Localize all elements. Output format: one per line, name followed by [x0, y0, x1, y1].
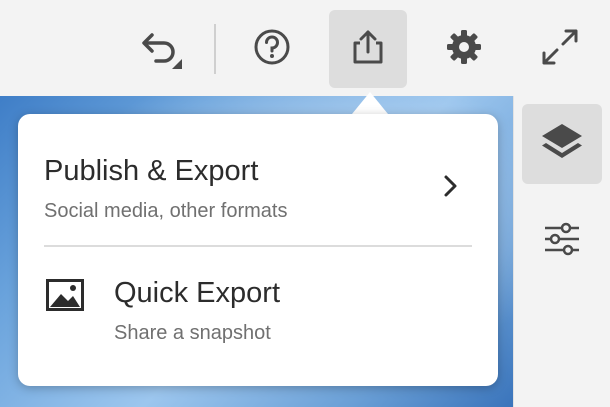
fullscreen-button[interactable] — [521, 10, 599, 88]
share-export-button[interactable] — [329, 10, 407, 88]
popover-arrow — [352, 92, 388, 114]
export-popover: Publish & Export Social media, other for… — [18, 114, 498, 386]
chevron-right-icon — [440, 174, 460, 203]
undo-button[interactable] — [121, 10, 199, 88]
settings-button[interactable] — [425, 10, 503, 88]
adjustments-button[interactable] — [522, 201, 602, 281]
help-button[interactable] — [233, 10, 311, 88]
expand-icon — [540, 27, 580, 72]
gear-icon — [444, 27, 484, 72]
quick-export-title: Quick Export — [114, 277, 280, 309]
image-icon — [46, 279, 84, 316]
undo-icon — [130, 17, 190, 82]
right-panel — [513, 96, 610, 407]
share-export-icon — [348, 27, 388, 72]
layers-icon — [538, 118, 586, 171]
toolbar-divider — [214, 24, 216, 74]
quick-export-subtitle: Share a snapshot — [114, 322, 271, 344]
layers-button[interactable] — [522, 104, 602, 184]
publish-export-title: Publish & Export — [44, 155, 259, 187]
top-toolbar — [0, 0, 610, 96]
sliders-icon — [542, 219, 582, 264]
publish-export-item[interactable]: Publish & Export Social media, other for… — [18, 114, 498, 245]
help-icon — [252, 27, 292, 72]
quick-export-item[interactable]: Quick Export Share a snapshot — [18, 247, 498, 386]
publish-export-subtitle: Social media, other formats — [44, 200, 288, 222]
